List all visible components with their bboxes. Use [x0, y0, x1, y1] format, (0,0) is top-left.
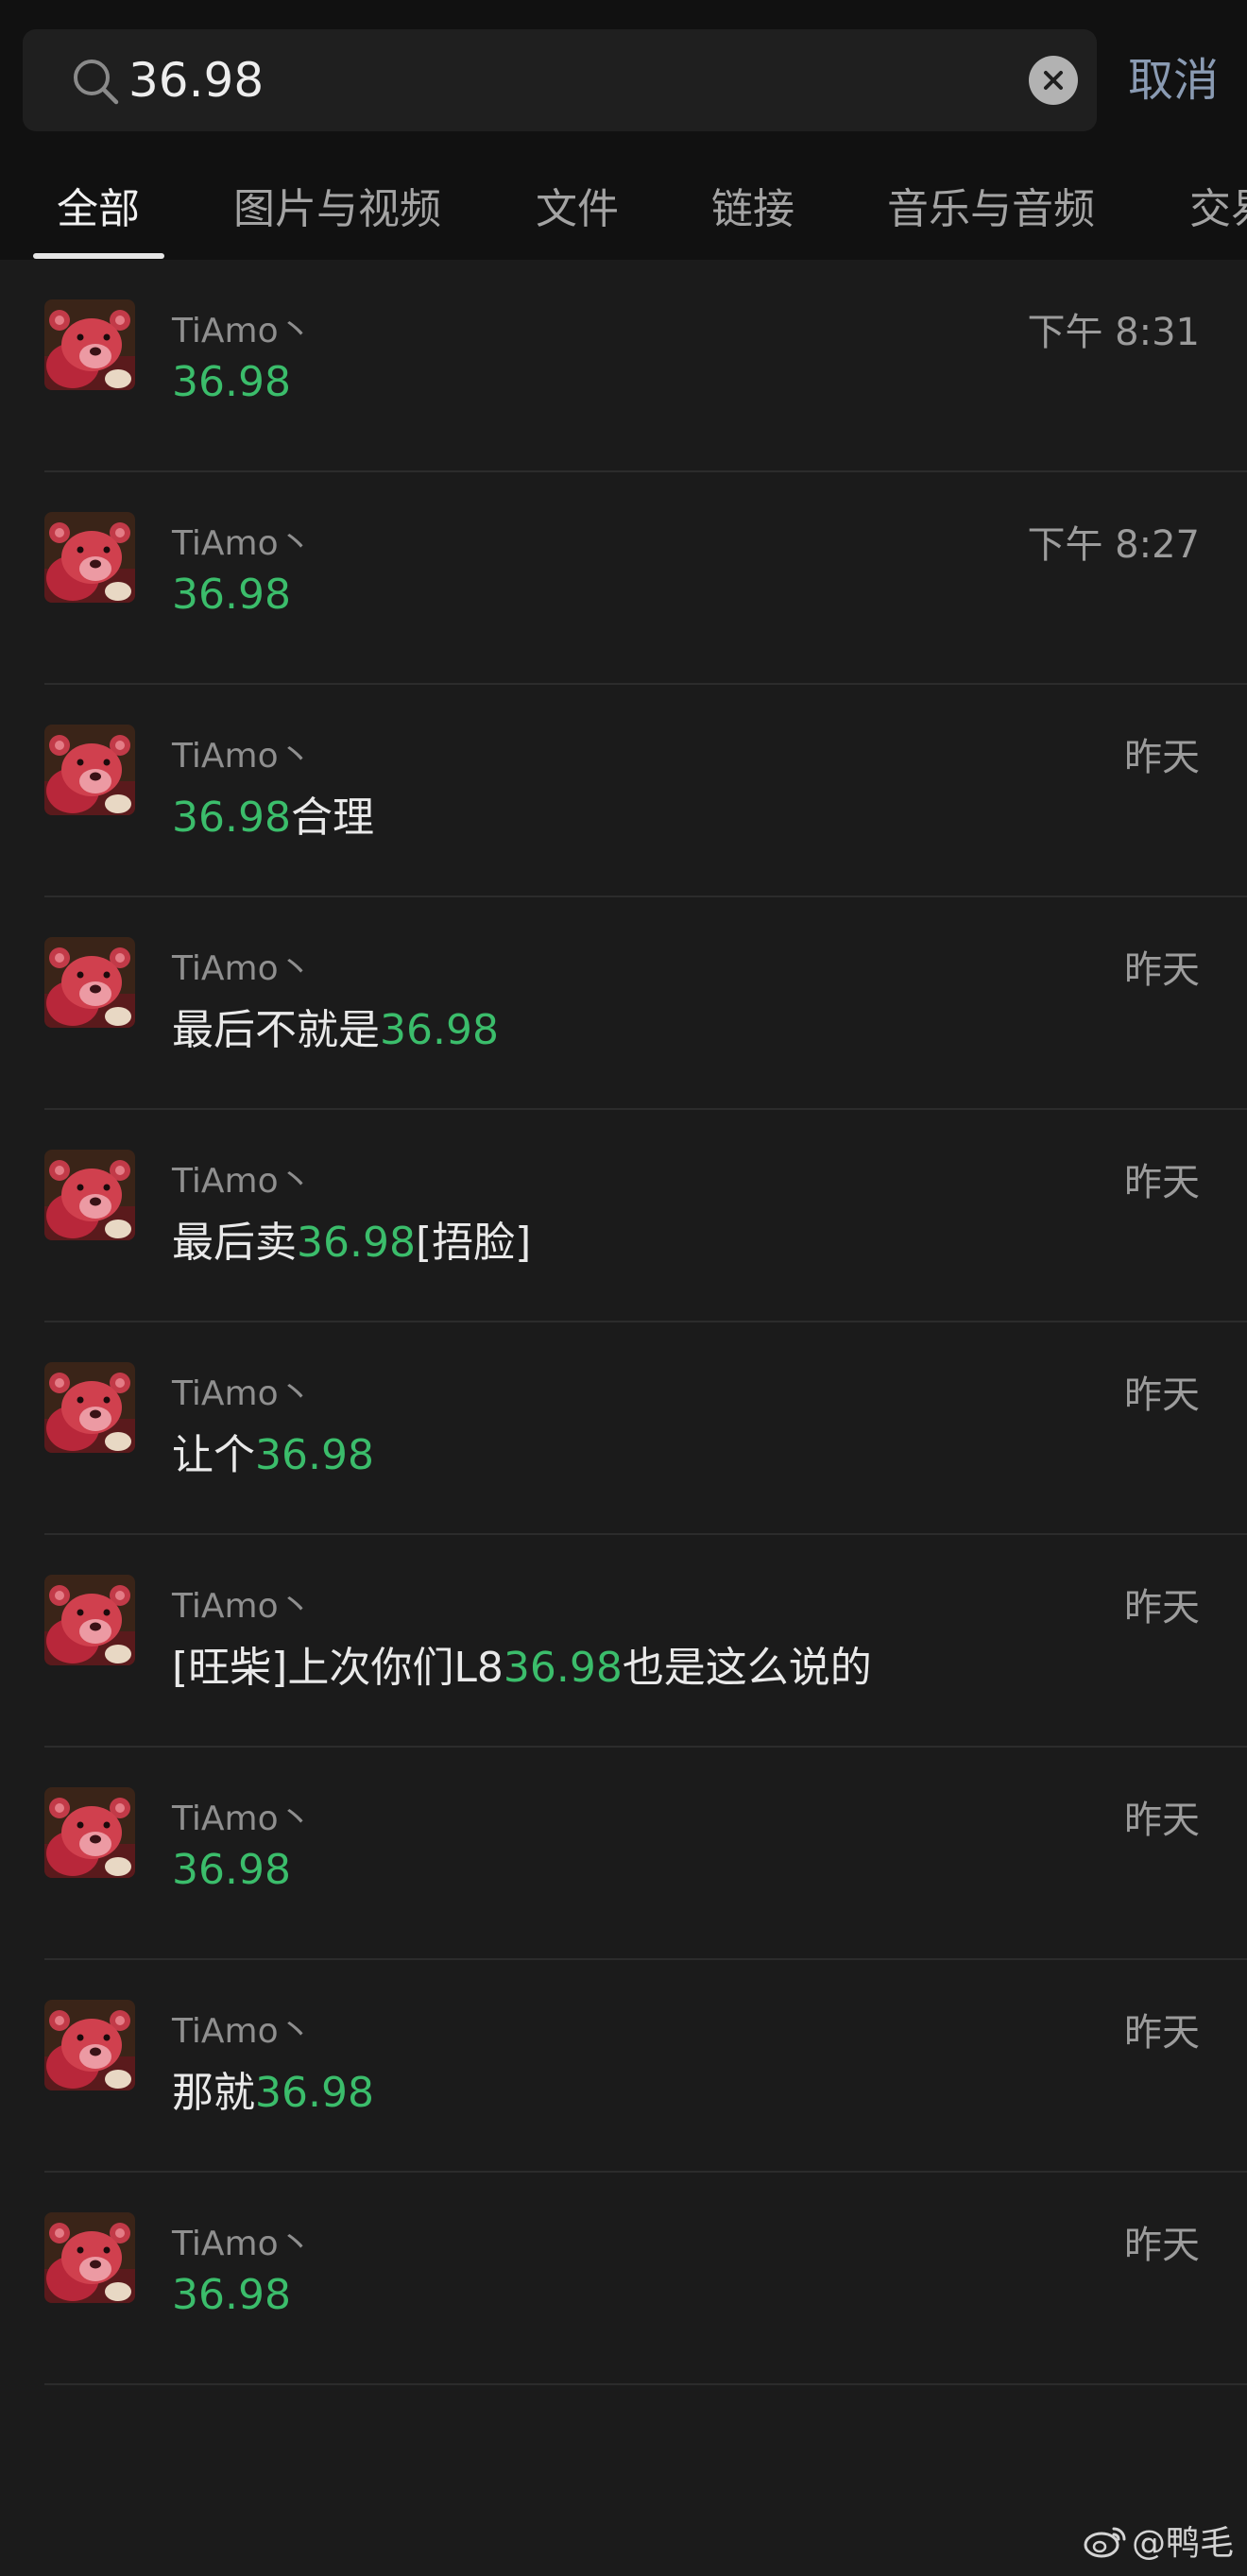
sender-name: TiAmo丶: [172, 2225, 313, 2263]
avatar[interactable]: [44, 725, 135, 815]
teddy-bear-icon: [44, 1787, 135, 1878]
sender-name: TiAmo丶: [172, 1374, 313, 1413]
message-text: 36.98合理: [172, 783, 374, 844]
message-segment: 最后卖: [172, 1219, 297, 1267]
sender-name: TiAmo丶: [172, 949, 313, 988]
avatar[interactable]: [44, 512, 135, 603]
message-text: [旺柴]上次你们L836.98也是这么说的: [172, 1633, 872, 1694]
watermark: @鸭毛: [1083, 2516, 1234, 2564]
row-divider: [44, 2383, 1247, 2385]
message-time: 下午 8:27: [1027, 523, 1200, 567]
message-time: 昨天: [1124, 1799, 1200, 1842]
sender-name: TiAmo丶: [172, 737, 313, 776]
teddy-bear-icon: [44, 512, 135, 603]
category-tabs: 全部 图片与视频 文件 链接 音乐与音频 交易: [0, 166, 1247, 260]
weibo-icon: [1084, 2527, 1126, 2558]
avatar[interactable]: [44, 1362, 135, 1453]
message-time: 昨天: [1124, 2224, 1200, 2267]
teddy-bear-icon: [44, 1362, 135, 1453]
message-time: 昨天: [1124, 1161, 1200, 1204]
match-highlight: 36.98: [297, 1219, 416, 1267]
sender-name: TiAmo丶: [172, 1162, 313, 1201]
watermark-text: @鸭毛: [1131, 2524, 1234, 2563]
cancel-button[interactable]: 取消: [1128, 29, 1219, 131]
teddy-bear-icon: [44, 725, 135, 815]
tab-transactions[interactable]: 交易: [1189, 166, 1247, 253]
search-result-item[interactable]: TiAmo丶 昨天 36.98: [0, 1748, 1247, 1960]
search-result-item[interactable]: TiAmo丶 昨天 36.98合理: [0, 685, 1247, 897]
teddy-bear-icon: [44, 1150, 135, 1240]
tab-all[interactable]: 全部: [57, 166, 140, 253]
search-result-item[interactable]: TiAmo丶 昨天 36.98: [0, 2173, 1247, 2385]
message-text: 那就36.98: [172, 2058, 374, 2119]
message-text: 让个36.98: [172, 1421, 374, 1481]
search-result-item[interactable]: TiAmo丶 昨天让个36.98: [0, 1322, 1247, 1535]
message-text: 36.98: [172, 1846, 291, 1894]
message-segment: 让个: [172, 1431, 255, 1479]
match-highlight: 36.98: [172, 571, 291, 619]
match-highlight: 36.98: [172, 2271, 291, 2319]
message-time: 昨天: [1124, 1586, 1200, 1629]
message-segment: 也是这么说的: [622, 1644, 872, 1692]
teddy-bear-icon: [44, 2212, 135, 2303]
tab-files[interactable]: 文件: [536, 166, 619, 253]
avatar[interactable]: [44, 1150, 135, 1240]
clear-icon[interactable]: [1029, 56, 1078, 105]
avatar[interactable]: [44, 1787, 135, 1878]
sender-name: TiAmo丶: [172, 524, 313, 563]
message-time: 昨天: [1124, 2011, 1200, 2055]
active-tab-indicator: [33, 253, 164, 259]
match-highlight: 36.98: [172, 1846, 291, 1894]
avatar[interactable]: [44, 937, 135, 1028]
message-text: 36.98: [172, 2271, 291, 2319]
match-highlight: 36.98: [503, 1644, 623, 1692]
message-segment: 合理: [290, 793, 374, 842]
teddy-bear-icon: [44, 299, 135, 390]
match-highlight: 36.98: [172, 793, 291, 842]
avatar[interactable]: [44, 2000, 135, 2090]
teddy-bear-icon: [44, 1575, 135, 1665]
search-result-item[interactable]: TiAmo丶 昨天那就36.98: [0, 1960, 1247, 2173]
teddy-bear-icon: [44, 937, 135, 1028]
search-result-item[interactable]: TiAmo丶 下午 8:31 36.98: [0, 260, 1247, 472]
sender-name: TiAmo丶: [172, 312, 313, 350]
message-time: 下午 8:31: [1027, 311, 1200, 354]
match-highlight: 36.98: [255, 2069, 374, 2117]
message-segment: 最后不就是: [172, 1006, 380, 1054]
message-segment: [旺柴]上次你们L8: [172, 1644, 504, 1692]
teddy-bear-icon: [44, 2000, 135, 2090]
avatar[interactable]: [44, 2212, 135, 2303]
avatar[interactable]: [44, 299, 135, 390]
tab-links[interactable]: 链接: [711, 166, 794, 253]
search-result-item[interactable]: TiAmo丶 昨天最后卖36.98[捂脸]: [0, 1110, 1247, 1322]
message-segment: [捂脸]: [415, 1219, 532, 1267]
message-segment: 那就: [172, 2069, 255, 2117]
search-result-item[interactable]: TiAmo丶 昨天 [旺柴]上次你们L836.98也是这么说的: [0, 1535, 1247, 1748]
avatar[interactable]: [44, 1575, 135, 1665]
search-icon: [74, 60, 119, 105]
sender-name: TiAmo丶: [172, 2012, 313, 2051]
match-highlight: 36.98: [380, 1006, 499, 1054]
tab-music-audio[interactable]: 音乐与音频: [887, 166, 1095, 253]
message-time: 昨天: [1124, 948, 1200, 992]
sender-name: TiAmo丶: [172, 1800, 313, 1838]
search-input[interactable]: 36.98: [128, 29, 264, 131]
tab-images-videos[interactable]: 图片与视频: [233, 166, 441, 253]
message-text: 最后卖36.98[捂脸]: [172, 1208, 531, 1269]
match-highlight: 36.98: [255, 1431, 374, 1479]
message-text: 最后不就是36.98: [172, 996, 499, 1056]
sender-name: TiAmo丶: [172, 1587, 313, 1626]
match-highlight: 36.98: [172, 358, 291, 406]
message-text: 36.98: [172, 358, 291, 406]
message-time: 昨天: [1124, 1373, 1200, 1417]
search-header: 36.98 取消 全部 图片与视频 文件 链接 音乐与音频 交易: [0, 0, 1247, 260]
search-result-item[interactable]: TiAmo丶 昨天最后不就是36.98: [0, 897, 1247, 1110]
message-text: 36.98: [172, 571, 291, 619]
message-time: 昨天: [1124, 736, 1200, 779]
search-box[interactable]: 36.98: [23, 29, 1097, 131]
search-result-item[interactable]: TiAmo丶 下午 8:27 36.98: [0, 472, 1247, 685]
